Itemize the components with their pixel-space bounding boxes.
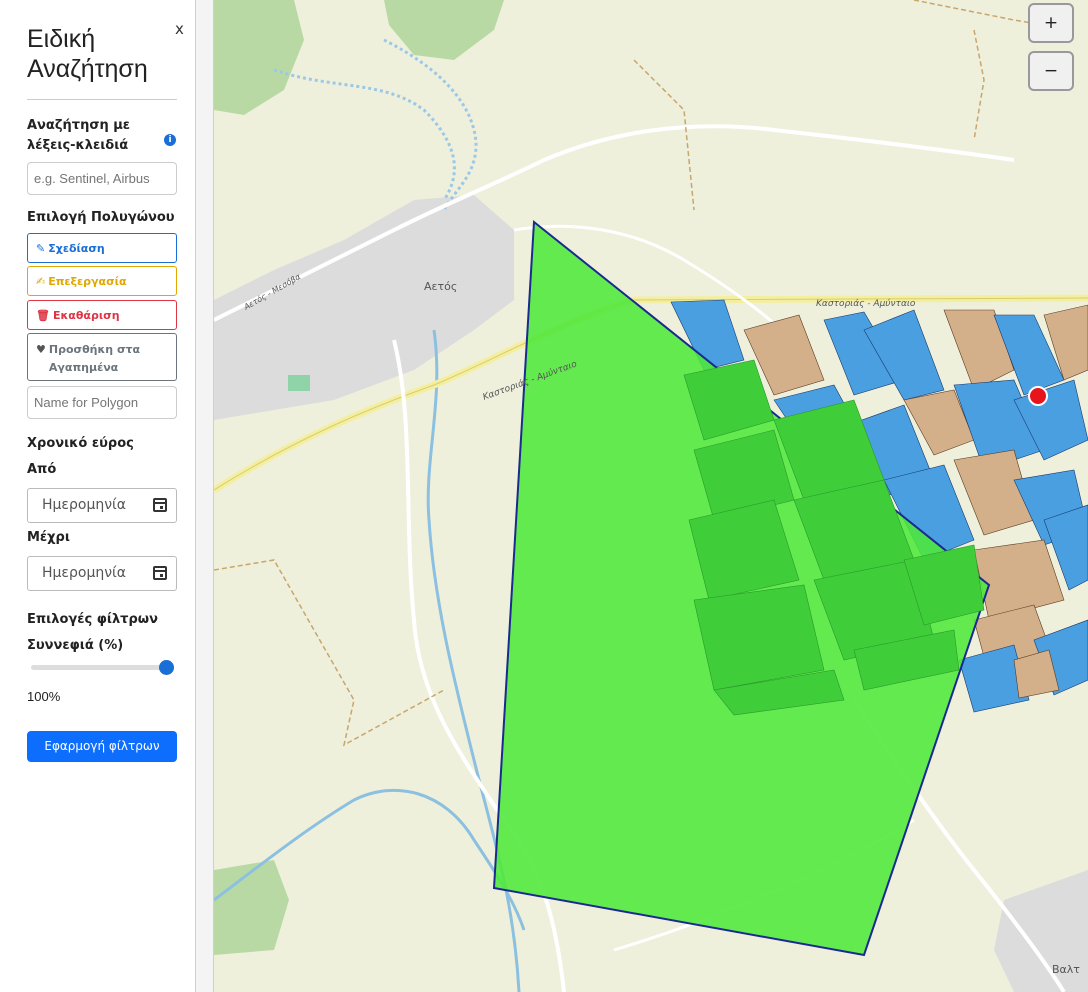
- edit-button-label: Επεξεργασία: [48, 274, 127, 288]
- location-marker: [1028, 386, 1048, 406]
- edit-icon: ✍: [36, 274, 46, 288]
- cloud-cover-label: Συννεφιά (%): [27, 638, 124, 653]
- to-date-placeholder: Ημερομηνία: [42, 565, 127, 581]
- from-date-input[interactable]: Ημερομηνία: [27, 488, 177, 523]
- search-sidebar: Ειδική Αναζήτηση x Αναζήτηση με λέξεις-κ…: [0, 0, 196, 992]
- clear-button[interactable]: 🗑 Εκαθάριση: [27, 300, 177, 330]
- trash-icon: 🗑: [36, 308, 50, 322]
- draw-button[interactable]: ✎ Σχεδίαση: [27, 233, 177, 263]
- from-date-placeholder: Ημερομηνία: [42, 497, 127, 513]
- draw-button-label: Σχεδίαση: [48, 241, 105, 255]
- road-label-kastorias: Καστοριάς - Αμύνταιο: [816, 299, 916, 309]
- cloud-cover-value: 100%: [27, 689, 61, 704]
- calendar-icon[interactable]: [153, 566, 167, 580]
- from-label: Από: [27, 462, 57, 477]
- keyword-label: Αναζήτηση με λέξεις-κλειδιά: [27, 118, 131, 153]
- place-label-aetos: Αετός: [424, 280, 457, 293]
- map-canvas[interactable]: Αετός Καστοριάς - Αμύνταιο Καστοριάς - Α…: [214, 0, 1088, 992]
- sidebar-title: Ειδική Αναζήτηση: [27, 25, 148, 83]
- info-icon[interactable]: i: [164, 134, 176, 146]
- polygon-selection-label: Επιλογή Πολυγώνου: [27, 210, 175, 225]
- map-view[interactable]: Αετός Καστοριάς - Αμύνταιο Καστοριάς - Α…: [214, 0, 1088, 992]
- time-range-label: Χρονικό εύρος: [27, 436, 134, 451]
- cloud-cover-slider-track[interactable]: [31, 665, 168, 670]
- filter-options-label: Επιλογές φίλτρων: [27, 612, 158, 627]
- pencil-icon: ✎: [36, 241, 46, 255]
- to-label: Μέχρι: [27, 530, 70, 545]
- keyword-search-input[interactable]: [27, 162, 177, 195]
- edit-button[interactable]: ✍ Επεξεργασία: [27, 266, 177, 296]
- apply-filters-button[interactable]: Εφαρμογή φίλτρων: [27, 731, 177, 762]
- divider: [27, 99, 177, 100]
- cloud-cover-slider-thumb[interactable]: [159, 660, 174, 675]
- clear-button-label: Εκαθάριση: [52, 308, 120, 322]
- add-to-favorites-label: Προσθήκη στα Αγαπημένα: [48, 343, 141, 374]
- sports-field: [288, 375, 310, 391]
- add-to-favorites-button[interactable]: ♥ Προσθήκη στα Αγαπημένα: [27, 333, 177, 381]
- close-icon[interactable]: x: [175, 20, 184, 38]
- sidebar-divider: [196, 0, 214, 992]
- zoom-out-button[interactable]: −: [1028, 51, 1074, 91]
- polygon-name-input[interactable]: [27, 386, 177, 419]
- calendar-icon[interactable]: [153, 498, 167, 512]
- zoom-in-button[interactable]: +: [1028, 3, 1074, 43]
- to-date-input[interactable]: Ημερομηνία: [27, 556, 177, 591]
- heart-icon: ♥: [36, 343, 46, 356]
- place-label-valtonera: Βαλτ: [1052, 963, 1080, 976]
